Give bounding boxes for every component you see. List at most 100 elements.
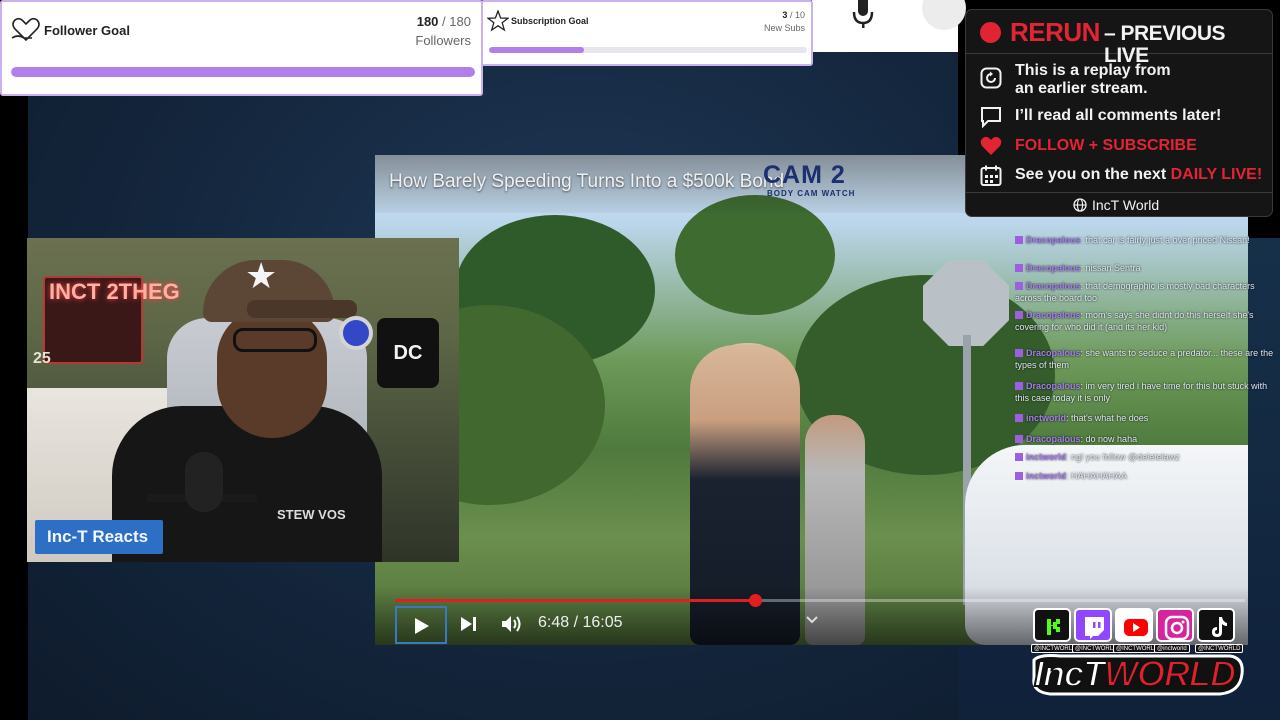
chat-username: Dracopalous <box>1026 235 1081 245</box>
brand-logo: IncTWORLD <box>1033 653 1237 695</box>
chat-text: nissan Sentra <box>1085 263 1141 273</box>
goal-target: 180 <box>449 14 471 29</box>
chat-username: Dracopalous <box>1026 263 1081 273</box>
twitch-icon <box>1085 617 1104 639</box>
chat-username: inctworld <box>1026 452 1066 462</box>
chat-badge-icon <box>1015 349 1023 357</box>
video-title: How Barely Speeding Turns Into a $500k B… <box>389 171 785 192</box>
chat-message: inctworld: HAHAHAHAA <box>1015 470 1278 482</box>
chat-badge-icon <box>1015 282 1023 290</box>
rerun-item-highlight: DAILY LIVE! <box>1170 166 1263 183</box>
chat-text: that car is fairly just a over priced Ni… <box>1085 235 1250 245</box>
blue-orb <box>339 316 373 350</box>
chat-badge-icon <box>1015 472 1023 480</box>
goal-current: 180 <box>416 14 439 29</box>
rerun-item-prefix: See you on the next <box>1015 166 1171 183</box>
chat-message: Dracopalous: im very tired i have time f… <box>1015 380 1278 404</box>
goal-title: Follower Goal <box>44 23 130 38</box>
time-display: 6:48 / 16:05 <box>538 614 623 631</box>
next-icon[interactable] <box>460 615 478 633</box>
webcam-feed: INCT 2THEG 25 ★ STEW VOS DC <box>27 238 459 562</box>
rerun-header: RERUN – PREVIOUS LIVE <box>966 10 1272 67</box>
goal-separator: / <box>789 10 793 20</box>
chat-message: Dracopalous: that demographic is mostly … <box>1015 280 1278 304</box>
rerun-title: RERUN <box>1010 17 1100 47</box>
social-instagram-link[interactable] <box>1156 608 1194 642</box>
chevron-down-icon[interactable] <box>805 613 819 627</box>
cam-label: CAM 2 <box>763 161 846 189</box>
rerun-footer-text: IncT World <box>1092 197 1160 213</box>
chat-badge-icon <box>1015 435 1023 443</box>
chat-badge-icon <box>1015 414 1023 422</box>
streamer-microphone <box>185 452 223 512</box>
globe-icon <box>1073 198 1087 212</box>
chat-text: HAHAHAHAA <box>1071 471 1128 481</box>
chat-text: do now haha <box>1085 434 1138 444</box>
play-button[interactable] <box>395 606 447 644</box>
social-youtube-link[interactable] <box>1115 608 1153 642</box>
play-icon <box>415 618 429 634</box>
chat-username: inctworld <box>1026 413 1066 423</box>
chat-message: Dracopalous: she wants to seduce a preda… <box>1015 347 1278 371</box>
video-progress-fill <box>395 599 755 602</box>
rerun-footer: IncT World <box>966 192 1272 216</box>
live-dot-icon <box>980 22 1001 43</box>
video-progress-bar[interactable] <box>395 599 1245 602</box>
tiktok-icon <box>1212 617 1227 637</box>
chat-username: Dracopalous <box>1026 348 1081 358</box>
subscription-goal-widget: Subscription Goal 3 / 10 New Subs <box>481 0 813 66</box>
chat-bubble-icon <box>981 107 1001 128</box>
rerun-item-text: FOLLOW + SUBSCRIBE <box>1015 137 1197 154</box>
chat-message: Dracopalous: do now haha <box>1015 433 1278 445</box>
social-kick-link[interactable] <box>1033 608 1071 642</box>
chat-badge-icon <box>1015 453 1023 461</box>
webcam-name-tag: Inc-T Reacts <box>35 520 163 554</box>
rerun-item-text: This is a replay from an earlier stream. <box>1015 62 1171 97</box>
social-tiktok-link[interactable] <box>1197 608 1235 642</box>
chat-badge-icon <box>1015 382 1023 390</box>
chat-username: Dracopalous <box>1026 381 1081 391</box>
goal-current: 3 <box>782 10 788 20</box>
glasses <box>233 328 317 352</box>
scene-tree <box>675 195 835 315</box>
chat-username: Dracopalous <box>1026 434 1081 444</box>
goal-progress-fill <box>11 67 475 77</box>
goal-target: 10 <box>794 10 805 20</box>
cap-star-icon: ★ <box>245 255 278 296</box>
shirt-logo: STEW VOS <box>277 507 346 522</box>
brand-part2: WORLD <box>1103 653 1237 695</box>
scrubber-handle[interactable] <box>748 594 762 607</box>
chat-username: inctworld <box>1026 471 1066 481</box>
cap-brim <box>247 300 357 318</box>
goal-unit: Followers <box>415 33 471 48</box>
instagram-icon <box>1164 615 1190 641</box>
replay-icon <box>980 67 1002 89</box>
chat-message: Dracopalous: that car is fairly just a o… <box>1015 234 1278 246</box>
cam-sub-label: BODY CAM WATCH <box>767 189 856 198</box>
goal-count: 3 / 10 <box>782 10 805 20</box>
goal-progress-bar <box>11 67 475 77</box>
chat-message: inctworld: ngl you follow @deletelawz <box>1015 451 1278 463</box>
neon-sign-text: INCT 2THEG <box>49 279 180 304</box>
goal-progress-fill <box>489 47 585 53</box>
social-twitch-link[interactable] <box>1074 608 1112 642</box>
rerun-panel: RERUN – PREVIOUS LIVE This is a replay f… <box>965 9 1273 217</box>
chat-badge-icon <box>1015 236 1023 244</box>
heart-icon <box>980 136 1002 155</box>
webcam-name-text: Inc-T Reacts <box>47 527 149 546</box>
goal-count: 180 / 180 <box>417 14 471 29</box>
neon-number: 25 <box>33 350 51 367</box>
calendar-icon <box>980 165 1002 186</box>
youtube-icon <box>1124 619 1148 636</box>
goal-separator: / <box>442 14 446 29</box>
volume-icon[interactable] <box>501 614 523 634</box>
chat-text: that's what he does <box>1071 413 1149 423</box>
goal-title: Subscription Goal <box>511 16 589 26</box>
goal-unit: New Subs <box>763 23 805 33</box>
rerun-item-text: See you on the next DAILY LIVE! <box>1015 166 1262 184</box>
dc-logo: DC <box>377 318 439 388</box>
chat-message: inctworld: that's what he does <box>1015 412 1278 424</box>
chat-badge-icon <box>1015 264 1023 272</box>
microphone-icon[interactable] <box>848 0 878 30</box>
heart-hand-icon <box>11 17 40 42</box>
